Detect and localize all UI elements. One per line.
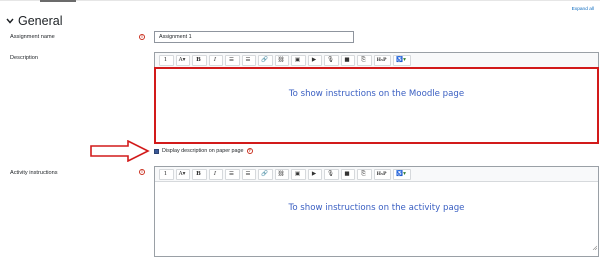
resize-handle-icon[interactable] — [592, 237, 598, 255]
image-icon: ▣ — [294, 171, 301, 177]
h5p-button[interactable]: H₅P — [373, 168, 391, 180]
unordered-list-button[interactable]: ☰ — [225, 168, 240, 180]
unordered-list-icon: ☰ — [228, 171, 234, 177]
unlink-button[interactable]: ⛓ — [274, 168, 289, 180]
font-icon: A▾ — [178, 171, 186, 177]
ordered-list-button[interactable]: ☰ — [241, 168, 256, 180]
font-button[interactable]: A▾ — [175, 54, 190, 66]
activity-instructions-editor[interactable]: 1 A▾ B I ☰ ☰ 🔗 ⛓ ▣ ▶ 🎙 ■ ⎘ H₅P ♿▾ To sho… — [154, 166, 599, 257]
ordered-list-icon: ☰ — [245, 57, 251, 63]
media-button[interactable]: ▶ — [307, 168, 322, 180]
video-icon: ■ — [344, 171, 350, 177]
record-audio-button[interactable]: 🎙 — [324, 168, 339, 180]
active-tab-indicator — [40, 0, 76, 2]
paragraph-style-button[interactable]: 1 — [159, 54, 174, 66]
accessibility-button[interactable]: ♿▾ — [393, 54, 411, 66]
section-title: General — [18, 14, 63, 28]
description-editor[interactable]: 1 A▾ B I ☰ ☰ 🔗 ⛓ ▣ ▶ 🎙 ■ ⎘ H₅P ♿▾ To sho… — [154, 52, 599, 144]
unordered-list-icon: ☰ — [228, 57, 234, 63]
media-icon: ▶ — [311, 57, 317, 63]
help-icon[interactable]: ? — [246, 148, 253, 154]
microphone-icon: 🎙 — [326, 171, 335, 177]
image-button[interactable]: ▣ — [291, 168, 306, 180]
image-button[interactable]: ▣ — [291, 54, 306, 66]
assignment-name-label: Assignment name — [10, 34, 55, 40]
description-label: Description — [10, 55, 38, 61]
italic-icon: I — [213, 171, 217, 177]
paragraph-style-button[interactable]: 1 — [159, 168, 174, 180]
top-divider — [0, 0, 600, 1]
required-icon: ! — [139, 169, 145, 175]
required-icon: ! — [139, 34, 145, 40]
accessibility-icon: ♿▾ — [396, 171, 406, 177]
link-button[interactable]: 🔗 — [258, 168, 273, 180]
chevron-down-icon[interactable] — [4, 15, 16, 27]
h5p-icon: H₅P — [376, 57, 387, 63]
italic-button[interactable]: I — [208, 54, 223, 66]
italic-button[interactable]: I — [208, 168, 223, 180]
italic-icon: I — [213, 57, 217, 63]
manage-files-button[interactable]: ⎘ — [357, 168, 372, 180]
files-icon: ⎘ — [361, 170, 366, 177]
media-icon: ▶ — [311, 171, 317, 177]
ordered-list-button[interactable]: ☰ — [241, 54, 256, 66]
section-header-general[interactable]: General — [4, 14, 62, 28]
display-description-checkbox[interactable] — [154, 148, 159, 154]
unlink-icon: ⛓ — [277, 57, 285, 63]
display-description-row: Display description on paper page ? — [154, 148, 253, 154]
video-icon: ■ — [344, 57, 350, 63]
link-icon: 🔗 — [261, 57, 268, 63]
record-video-button[interactable]: ■ — [340, 168, 355, 180]
ordered-list-icon: ☰ — [245, 171, 251, 177]
record-video-button[interactable]: ■ — [340, 54, 355, 66]
image-icon: ▣ — [294, 57, 301, 63]
accessibility-button[interactable]: ♿▾ — [393, 168, 411, 180]
h5p-button[interactable]: H₅P — [373, 54, 391, 66]
display-description-label: Display description on paper page — [162, 148, 244, 154]
description-content: To show instructions on the Moodle page — [288, 89, 465, 99]
accessibility-icon: ♿▾ — [396, 57, 406, 63]
link-button[interactable]: 🔗 — [258, 54, 273, 66]
bold-icon: B — [196, 57, 201, 63]
unordered-list-button[interactable]: ☰ — [225, 54, 240, 66]
unlink-button[interactable]: ⛓ — [274, 54, 289, 66]
bold-button[interactable]: B — [192, 54, 207, 66]
font-icon: A▾ — [178, 57, 186, 63]
unlink-icon: ⛓ — [277, 171, 285, 177]
font-button[interactable]: A▾ — [175, 168, 190, 180]
files-icon: ⎘ — [361, 56, 366, 63]
link-icon: 🔗 — [261, 171, 268, 177]
description-toolbar: 1 A▾ B I ☰ ☰ 🔗 ⛓ ▣ ▶ 🎙 ■ ⎘ H₅P ♿▾ — [155, 53, 598, 68]
media-button[interactable]: ▶ — [307, 54, 322, 66]
microphone-icon: 🎙 — [326, 57, 335, 63]
red-arrow-icon — [90, 139, 150, 167]
h5p-icon: H₅P — [376, 171, 387, 177]
activity-instructions-label: Activity instructions — [10, 170, 58, 176]
paragraph-icon: 1 — [163, 171, 168, 177]
activity-content: To show instructions on the activity pag… — [288, 203, 465, 213]
expand-all-link[interactable]: Expand all — [572, 7, 594, 12]
assignment-name-input[interactable]: Assignment 1 — [154, 31, 354, 43]
activity-toolbar: 1 A▾ B I ☰ ☰ 🔗 ⛓ ▣ ▶ 🎙 ■ ⎘ H₅P ♿▾ — [155, 167, 598, 182]
manage-files-button[interactable]: ⎘ — [357, 54, 372, 66]
bold-icon: B — [196, 171, 201, 177]
record-audio-button[interactable]: 🎙 — [324, 54, 339, 66]
paragraph-icon: 1 — [163, 57, 168, 63]
bold-button[interactable]: B — [192, 168, 207, 180]
description-highlight-box — [154, 67, 599, 144]
